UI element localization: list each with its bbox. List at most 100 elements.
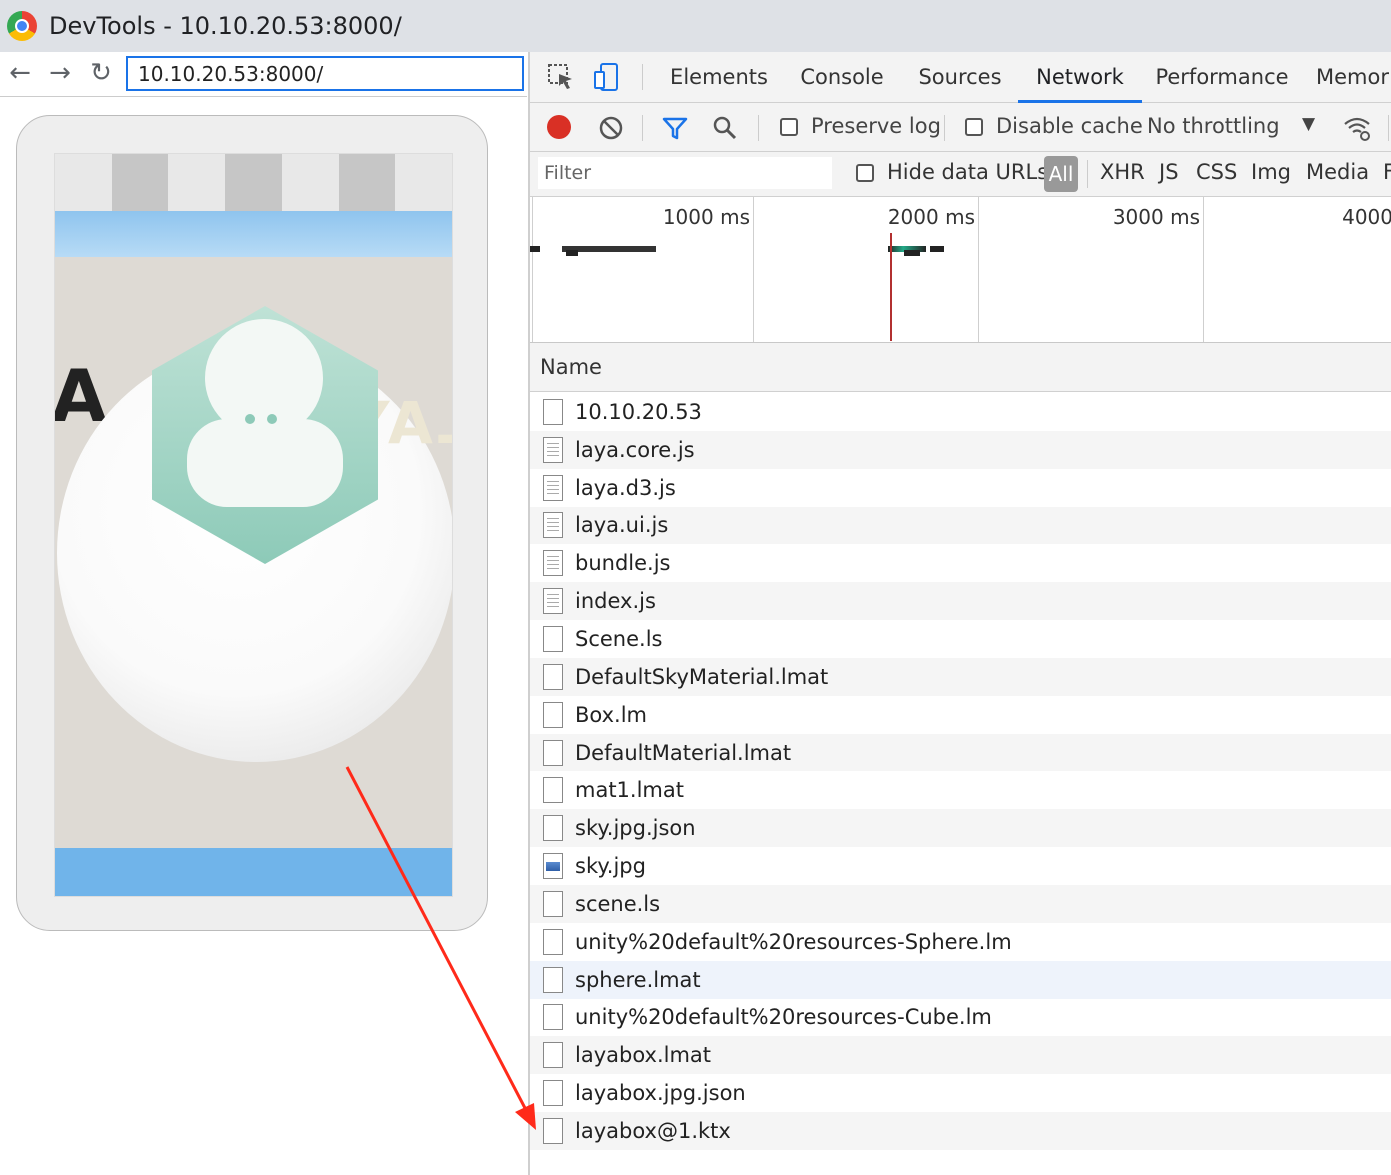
- request-name: scene.ls: [575, 891, 661, 916]
- sky-band-bottom: [55, 848, 452, 896]
- filter-type-img[interactable]: Img: [1251, 160, 1291, 184]
- requests-header: Name: [530, 343, 1391, 392]
- reload-button[interactable]: ↻: [86, 58, 116, 88]
- tab-performance[interactable]: Performance: [1154, 52, 1290, 100]
- inspect-element-icon[interactable]: [546, 62, 576, 92]
- request-name: bundle.js: [575, 551, 671, 576]
- timeline-gridline: [532, 197, 533, 342]
- request-row[interactable]: laya.ui.js: [530, 506, 1391, 545]
- disable-cache-label: Disable cache: [996, 114, 1143, 138]
- timeline-tick-label: 4000: [1342, 205, 1391, 229]
- mascot-body: [187, 419, 343, 507]
- column-header-name[interactable]: Name: [540, 355, 602, 379]
- search-icon[interactable]: [710, 113, 740, 143]
- url-input[interactable]: [126, 56, 524, 91]
- window-titlebar: DevTools - 10.10.20.53:8000/: [0, 0, 1391, 52]
- timeline-tick-label: 3000 ms: [1112, 205, 1200, 229]
- request-row[interactable]: sky.jpg: [530, 847, 1391, 885]
- request-row[interactable]: DefaultSkyMaterial.lmat: [530, 657, 1391, 696]
- browser-pane: ← → ↻ XO A LAYABOX: [0, 52, 527, 1175]
- hide-data-urls-checkbox[interactable]: [856, 164, 874, 182]
- request-row[interactable]: 10.10.20.53: [530, 393, 1391, 431]
- filter-bar: Hide data URLs All XHR JS CSS Img Media …: [530, 152, 1391, 197]
- preserve-log-label: Preserve log: [811, 114, 941, 138]
- request-name: sphere.lmat: [575, 967, 701, 992]
- request-row[interactable]: unity%20default%20resources-Sphere.lm: [530, 923, 1391, 961]
- request-name: layabox.lmat: [575, 1043, 712, 1068]
- document-file-icon: [543, 890, 563, 917]
- separator: [642, 115, 643, 141]
- filter-icon[interactable]: [660, 113, 690, 143]
- tab-memory[interactable]: Memor: [1316, 52, 1391, 100]
- image-file-icon: [543, 853, 563, 880]
- document-file-icon: [543, 1080, 563, 1107]
- request-row[interactable]: mat1.lmat: [530, 771, 1391, 809]
- load-event-marker: [890, 233, 892, 341]
- tab-elements[interactable]: Elements: [664, 52, 774, 100]
- tab-console[interactable]: Console: [792, 52, 892, 100]
- network-toolbar: Preserve log Disable cache No throttling…: [530, 103, 1391, 152]
- request-row[interactable]: unity%20default%20resources-Cube.lm: [530, 999, 1391, 1037]
- request-row[interactable]: laya.d3.js: [530, 469, 1391, 507]
- throttling-select[interactable]: No throttling: [1147, 114, 1280, 138]
- request-bar: [530, 246, 540, 252]
- filter-type-media[interactable]: Media: [1306, 160, 1369, 184]
- throttling-dropdown-icon[interactable]: ▼: [1302, 114, 1315, 134]
- request-row[interactable]: layabox@1.ktx: [530, 1112, 1391, 1150]
- request-name: Box.lm: [575, 702, 648, 727]
- clear-icon[interactable]: [596, 113, 626, 143]
- request-row[interactable]: layabox.lmat: [530, 1036, 1391, 1075]
- request-name: sky.jpg.json: [575, 816, 696, 841]
- document-file-icon: [543, 663, 563, 690]
- chrome-logo-icon: [7, 11, 37, 41]
- filter-type-font[interactable]: F: [1383, 160, 1391, 184]
- tab-network[interactable]: Network: [1018, 52, 1142, 103]
- network-conditions-icon[interactable]: [1342, 113, 1372, 143]
- request-name: Scene.ls: [575, 626, 663, 651]
- request-name: unity%20default%20resources-Cube.lm: [575, 1005, 992, 1030]
- filter-input[interactable]: [538, 157, 832, 189]
- forward-button[interactable]: →: [45, 58, 75, 88]
- document-file-icon: [543, 398, 563, 425]
- request-row[interactable]: laya.core.js: [530, 430, 1391, 469]
- request-bar: [566, 250, 578, 256]
- request-row[interactable]: sphere.lmat: [530, 960, 1391, 999]
- document-file-icon: [543, 966, 563, 993]
- disable-cache-checkbox[interactable]: [965, 118, 983, 136]
- request-row[interactable]: Box.lm: [530, 696, 1391, 734]
- document-file-icon: [543, 1042, 563, 1069]
- filter-type-js[interactable]: JS: [1159, 160, 1179, 184]
- request-name: laya.core.js: [575, 437, 695, 462]
- script-file-icon: [543, 512, 563, 539]
- script-file-icon: [543, 436, 563, 463]
- timeline-tick-label: 2000 ms: [887, 205, 975, 229]
- record-button[interactable]: [547, 115, 571, 139]
- back-button[interactable]: ←: [5, 58, 35, 88]
- device-toolbar-icon[interactable]: [592, 62, 622, 92]
- tab-sources[interactable]: Sources: [910, 52, 1010, 100]
- request-row[interactable]: DefaultMaterial.lmat: [530, 733, 1391, 772]
- timeline-gridline: [753, 197, 754, 342]
- mascot-eye: [267, 414, 277, 424]
- request-row[interactable]: scene.ls: [530, 884, 1391, 923]
- preserve-log-checkbox[interactable]: [780, 118, 798, 136]
- request-name: sky.jpg: [575, 854, 646, 879]
- network-overview-timeline[interactable]: 1000 ms 2000 ms 3000 ms 4000: [530, 197, 1391, 343]
- script-file-icon: [543, 474, 563, 501]
- timeline-tick-label: 1000 ms: [662, 205, 750, 229]
- hide-data-urls-label: Hide data URLs: [887, 160, 1049, 184]
- request-row[interactable]: bundle.js: [530, 544, 1391, 582]
- devtools-panel: Elements Console Sources Network Perform…: [528, 52, 1391, 1175]
- filter-type-css[interactable]: CSS: [1196, 160, 1237, 184]
- separator: [642, 64, 643, 90]
- address-bar: ← → ↻: [0, 52, 527, 97]
- game-viewport[interactable]: XO A LAYABOX: [54, 153, 453, 897]
- request-row[interactable]: Scene.ls: [530, 620, 1391, 658]
- request-row[interactable]: sky.jpg.json: [530, 809, 1391, 848]
- filter-type-all[interactable]: All: [1044, 156, 1078, 192]
- request-row[interactable]: index.js: [530, 582, 1391, 621]
- request-row[interactable]: layabox.jpg.json: [530, 1074, 1391, 1112]
- separator: [758, 115, 759, 141]
- filter-type-xhr[interactable]: XHR: [1100, 160, 1145, 184]
- script-file-icon: [543, 588, 563, 615]
